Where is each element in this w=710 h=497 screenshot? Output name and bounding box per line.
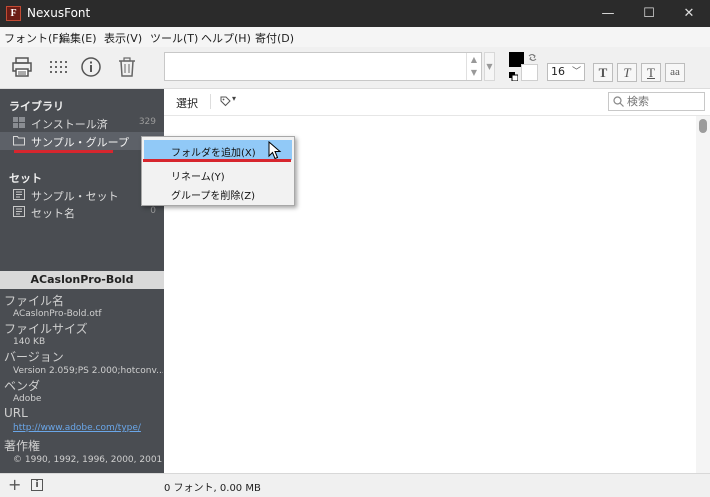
url-value-container: http://www.adobe.com/type/: [13, 423, 163, 433]
sidebar-item-label: サンプル・グループ: [31, 136, 130, 149]
toolbar-divider: [210, 94, 211, 109]
window-title: NexusFont: [27, 6, 91, 20]
url-link[interactable]: http://www.adobe.com/type/: [13, 423, 141, 433]
info-icon[interactable]: [80, 56, 102, 78]
italic-button[interactable]: T: [617, 63, 637, 82]
sidebar-item-count: 329: [138, 117, 156, 127]
title-bar: F NexusFont — ☐ ✕: [0, 0, 710, 27]
vendor-value: Adobe: [13, 394, 42, 404]
menu-item-rename[interactable]: リネーム(Y): [144, 164, 292, 184]
sidebar-item-set-name[interactable]: セット名 0: [0, 203, 164, 221]
menu-help[interactable]: ヘルプ(H): [201, 30, 251, 46]
search-icon: [613, 96, 624, 107]
minimize-icon[interactable]: —: [590, 0, 626, 27]
chevron-down-icon: ﹀: [571, 67, 581, 77]
sample-dropdown-icon[interactable]: ▼: [484, 52, 495, 81]
add-icon[interactable]: +: [8, 475, 21, 494]
swap-colors-icon[interactable]: [528, 53, 537, 62]
close-icon[interactable]: ✕: [671, 0, 707, 27]
case-button[interactable]: aa: [665, 63, 685, 82]
sidebar-item-label: サンプル・セット: [31, 190, 119, 203]
font-size-select[interactable]: 16 ﹀: [547, 63, 585, 81]
status-text: 0 フォント, 0.00 MB: [164, 483, 261, 494]
mouse-cursor-icon: [268, 141, 282, 160]
file-size-value: 140 KB: [13, 337, 46, 347]
info-small-icon[interactable]: i: [31, 479, 43, 491]
url-label: URL: [4, 406, 28, 420]
maximize-icon[interactable]: ☐: [631, 0, 667, 27]
sidebar-item-label: セット名: [31, 207, 75, 220]
menu-item-delete-group[interactable]: グループを削除(Z): [144, 183, 292, 203]
menu-view[interactable]: 表示(V): [104, 30, 142, 46]
copyright-value: © 1990, 1992, 1996, 2000, 2001 ...: [13, 455, 163, 465]
underline-button[interactable]: T: [641, 63, 661, 82]
annotation-underline: [14, 150, 113, 153]
version-label: バージョン: [4, 350, 64, 364]
print-icon[interactable]: [11, 56, 33, 78]
file-name-value: ACaslonPro-Bold.otf: [13, 309, 102, 319]
sidebar-item-installed[interactable]: インストール済 329: [0, 114, 164, 132]
library-header: ライブラリ: [9, 100, 64, 113]
status-bar: + i 0 フォント, 0.00 MB: [0, 473, 710, 497]
content-toolbar: 選択 ▾: [164, 89, 710, 116]
sidebar-item-count: 0: [150, 206, 156, 216]
copyright-label: 著作権: [4, 439, 41, 453]
menu-item-label: リネーム(Y): [171, 172, 225, 183]
folder-icon: [13, 136, 25, 146]
menu-bar: フォント(F) 編集(E) 表示(V) ツール(T) ヘルプ(H) 寄付(D): [0, 27, 710, 47]
tag-dropdown-arrow: ▾: [232, 94, 237, 103]
sample-spin-buttons[interactable]: ▲ ▼: [466, 53, 481, 80]
reset-colors-icon[interactable]: [509, 72, 518, 81]
sidebar-item-sample-group[interactable]: サンプル・グループ: [0, 132, 164, 150]
background-color-swatch[interactable]: [521, 64, 538, 81]
font-size-value: 16: [551, 65, 565, 78]
set-icon: [13, 206, 25, 217]
select-button[interactable]: 選択: [176, 95, 198, 111]
file-size-label: ファイルサイズ: [4, 322, 88, 336]
bold-button[interactable]: T: [593, 63, 613, 82]
scrollbar[interactable]: [696, 116, 710, 473]
menu-item-label: グループを削除(Z): [171, 191, 256, 202]
menu-item-label: フォルダを追加(X): [171, 148, 256, 159]
menu-font[interactable]: フォント(F): [4, 30, 63, 46]
vendor-label: ベンダ: [4, 379, 41, 393]
menu-edit[interactable]: 編集(E): [59, 30, 97, 46]
sample-text-input[interactable]: ▲ ▼: [164, 52, 482, 81]
selected-font-name: ACaslonPro-Bold: [0, 271, 164, 289]
tag-icon: [220, 96, 231, 107]
app-icon: F: [6, 6, 21, 21]
set-header: セット: [9, 172, 42, 185]
set-icon: [13, 189, 25, 200]
trash-icon[interactable]: [116, 56, 138, 78]
scrollbar-thumb[interactable]: [699, 119, 707, 133]
sidebar-item-sample-set[interactable]: サンプル・セット: [0, 186, 164, 204]
file-name-label: ファイル名: [4, 294, 65, 308]
version-value: Version 2.059;PS 2.000;hotconv...: [13, 366, 163, 376]
grid-view-icon[interactable]: [47, 56, 69, 78]
windows-icon: [13, 117, 25, 128]
menu-tools[interactable]: ツール(T): [150, 30, 198, 46]
search-input[interactable]: [627, 94, 703, 109]
sidebar-item-label: インストール済: [31, 118, 108, 131]
menu-donate[interactable]: 寄付(D): [255, 30, 294, 46]
search-box[interactable]: [608, 92, 705, 111]
